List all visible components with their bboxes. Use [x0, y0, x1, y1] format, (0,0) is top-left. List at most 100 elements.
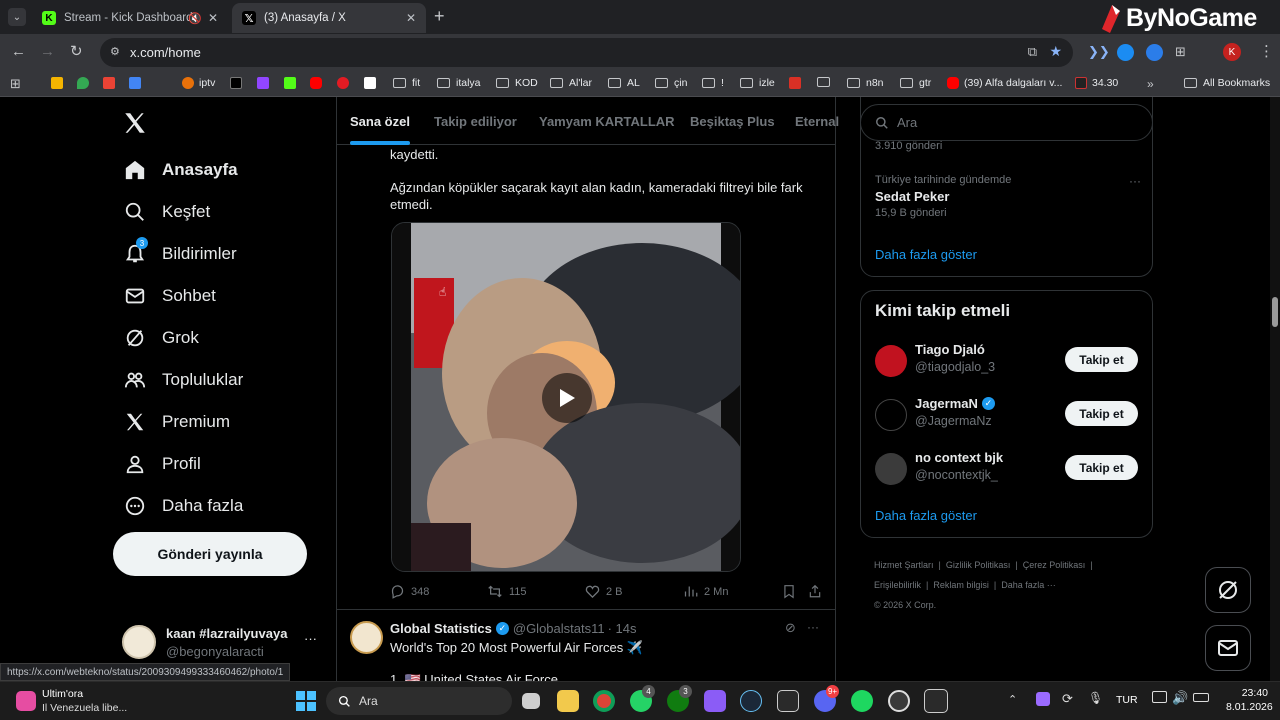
- post-button[interactable]: Gönderi yayınla: [113, 532, 307, 576]
- post-time[interactable]: · 14s: [608, 621, 637, 636]
- url-text[interactable]: x.com/home: [130, 45, 201, 60]
- tab-following[interactable]: Takip ediliyor: [434, 114, 517, 129]
- file-explorer-icon[interactable]: [557, 690, 579, 712]
- install-app-icon[interactable]: ⧉: [1028, 44, 1037, 60]
- footer-link[interactable]: Çerez Politikası: [1023, 560, 1086, 570]
- close-icon[interactable]: ✕: [208, 11, 218, 25]
- x-bookmark-icon[interactable]: [230, 77, 247, 89]
- follow-button[interactable]: Takip et: [1065, 455, 1138, 480]
- grok-floating-button[interactable]: [1205, 567, 1251, 613]
- bookmark-folder[interactable]: [817, 77, 836, 87]
- star-icon[interactable]: ★: [1049, 43, 1062, 60]
- nav-profile[interactable]: Profil: [123, 452, 201, 476]
- bookmark-3430[interactable]: 34.30: [1075, 77, 1118, 89]
- microphone-icon[interactable]: 🎙: [1088, 691, 1103, 705]
- mute-icon[interactable]: 🔇: [188, 12, 202, 25]
- author-name[interactable]: Global Statistics: [390, 621, 492, 636]
- pdf-icon[interactable]: [789, 77, 806, 89]
- puzzle-icon[interactable]: ⊞: [1175, 44, 1192, 61]
- reload-icon[interactable]: ↻: [70, 42, 83, 60]
- maps-icon[interactable]: [77, 77, 94, 89]
- bookmark-folder-n8n[interactable]: n8n: [847, 77, 884, 89]
- scrollbar-thumb[interactable]: [1272, 297, 1278, 327]
- gmail-icon[interactable]: [103, 77, 120, 89]
- translate-icon[interactable]: [129, 77, 146, 89]
- bookmark-favicon[interactable]: [51, 77, 68, 89]
- more-icon[interactable]: ···: [1129, 174, 1141, 188]
- extension-icon[interactable]: [1146, 44, 1163, 61]
- chrome-icon[interactable]: [593, 690, 615, 712]
- spotify-icon[interactable]: [851, 690, 873, 712]
- bookmark-folder-italya[interactable]: italya: [437, 77, 481, 89]
- bookmark-folder-izle[interactable]: izle: [740, 77, 775, 89]
- extension-icon[interactable]: ❯❯: [1088, 44, 1110, 61]
- bookmark-iptv[interactable]: iptv: [182, 77, 215, 89]
- show-more-link[interactable]: Daha fazla göster: [875, 508, 977, 523]
- task-view-icon[interactable]: [522, 693, 540, 709]
- tab-x[interactable]: 𝕏 (3) Anasayfa / X ✕: [232, 3, 426, 33]
- clock[interactable]: 23:40 8.01.2026: [1226, 686, 1273, 714]
- site-info-icon[interactable]: ⚙: [110, 45, 124, 59]
- tab-list-eternal[interactable]: Eternal: [795, 114, 839, 129]
- address-bar[interactable]: ⚙ x.com/home ⧉ ★: [100, 38, 1073, 67]
- chevron-up-icon[interactable]: ⌃: [1008, 693, 1017, 706]
- back-icon[interactable]: ←: [11, 43, 26, 60]
- author-handle[interactable]: @Globalstats11: [513, 621, 605, 636]
- footer-link[interactable]: Erişilebilirlik: [874, 580, 921, 590]
- more-icon[interactable]: ···: [304, 631, 317, 646]
- apps-icon[interactable]: ⊞: [10, 76, 21, 92]
- close-icon[interactable]: ✕: [406, 11, 416, 25]
- scrollbar[interactable]: [1270, 97, 1280, 681]
- steam-icon[interactable]: [740, 690, 762, 712]
- post[interactable]: Global Statistics ✓ @Globalstats11 · 14s…: [337, 610, 835, 681]
- play-button[interactable]: [542, 373, 592, 423]
- nav-more[interactable]: Daha fazla: [123, 494, 243, 518]
- language-indicator[interactable]: TUR: [1116, 694, 1138, 706]
- sync-icon[interactable]: ⟳: [1062, 691, 1073, 707]
- bookmark-folder-allar[interactable]: Al'lar: [550, 77, 592, 89]
- follow-button[interactable]: Takip et: [1065, 401, 1138, 426]
- nav-messages[interactable]: Sohbet: [123, 284, 216, 308]
- bookmark-folder-excl[interactable]: !: [702, 77, 724, 89]
- shazam-icon[interactable]: [1117, 44, 1134, 61]
- bookmark-button[interactable]: [782, 584, 802, 599]
- tab-search-button[interactable]: ⌄: [8, 8, 26, 26]
- nav-premium[interactable]: Premium: [123, 410, 230, 434]
- tab-kick[interactable]: K Stream - Kick Dashboard 🔇 ✕: [32, 3, 228, 33]
- taskbar-search[interactable]: Ara: [326, 687, 512, 715]
- trend-item[interactable]: Türkiye tarihinde gündemde Sedat Peker 1…: [875, 174, 1141, 224]
- follow-suggestion[interactable]: Tiago Djaló @tiagodjalo_3 Takip et: [861, 339, 1152, 383]
- news-widget[interactable]: Ultim'ora Il Venezuela libe...: [14, 687, 164, 717]
- tray-icon[interactable]: [1036, 692, 1050, 706]
- bookmark-folder-al[interactable]: AL: [608, 77, 640, 89]
- messages-floating-button[interactable]: [1205, 625, 1251, 671]
- kick-bookmark-icon[interactable]: [284, 77, 301, 89]
- epic-games-icon[interactable]: [777, 690, 799, 712]
- like-button[interactable]: 2 B: [585, 584, 623, 599]
- battery-icon[interactable]: [1193, 693, 1209, 702]
- footer-link[interactable]: Gizlilik Politikası: [946, 560, 1011, 570]
- discord-icon[interactable]: 9+: [814, 685, 839, 712]
- x-logo-icon[interactable]: [122, 110, 148, 136]
- nav-home[interactable]: Anasayfa: [123, 158, 238, 182]
- views-button[interactable]: 2 Mn: [683, 584, 728, 599]
- account-switcher[interactable]: kaan #lazrailyuvaya @begonyalaracti ···: [122, 623, 322, 663]
- tradingview-icon[interactable]: [364, 77, 381, 89]
- reply-button[interactable]: 348: [390, 584, 429, 599]
- twitch-icon[interactable]: [257, 77, 274, 89]
- new-tab-button[interactable]: +: [434, 6, 445, 27]
- bookmark-folder-cin[interactable]: çin: [655, 77, 687, 89]
- footer-link[interactable]: Reklam bilgisi: [933, 580, 989, 590]
- follow-suggestion[interactable]: JagermaN ✓ @JagermaNz Takip et: [861, 393, 1152, 437]
- all-bookmarks[interactable]: All Bookmarks: [1184, 77, 1270, 89]
- post-video[interactable]: ☝: [391, 222, 741, 572]
- network-icon[interactable]: [1152, 691, 1167, 703]
- whatsapp-icon[interactable]: 4: [630, 685, 655, 712]
- youtube-icon[interactable]: [310, 77, 327, 89]
- tab-list-kartallar[interactable]: Yamyam KARTALLAR: [539, 114, 675, 129]
- profile-avatar[interactable]: K: [1223, 43, 1241, 61]
- xbox-icon[interactable]: 3: [667, 685, 692, 712]
- tab-list-besiktas[interactable]: Beşiktaş Plus: [690, 114, 775, 129]
- nav-communities[interactable]: Topluluklar: [123, 368, 243, 392]
- clock-app-icon[interactable]: [888, 690, 910, 712]
